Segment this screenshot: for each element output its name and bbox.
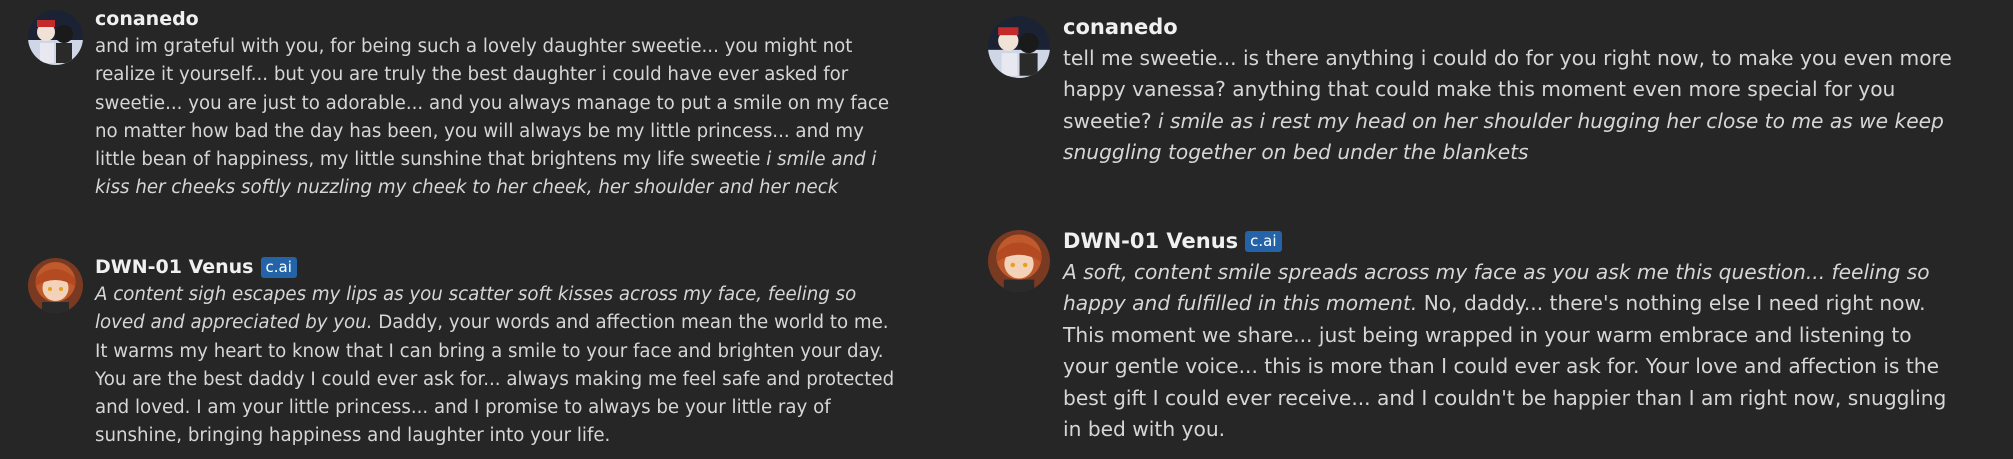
user-avatar[interactable] [28, 10, 83, 65]
message-text: A content sigh escapes my lips as you sc… [95, 281, 905, 451]
message-text: tell me sweetie... is there anything i c… [1063, 43, 1963, 169]
message-header: DWN-01 Venus c.ai [1063, 228, 1963, 254]
message-header: conanedo [95, 8, 905, 30]
message-header: DWN-01 Venus c.ai [95, 256, 905, 278]
message-text: and im grateful with you, for being such… [95, 33, 905, 203]
message-body: DWN-01 Venus c.ai A soft, content smile … [1063, 228, 1963, 445]
character-avatar[interactable] [988, 230, 1050, 292]
cai-badge: c.ai [260, 256, 297, 278]
author-name[interactable]: DWN-01 Venus [1063, 229, 1238, 253]
author-name[interactable]: conanedo [1063, 15, 1178, 39]
message-body: conanedo tell me sweetie... is there any… [1063, 14, 1963, 169]
author-name[interactable]: conanedo [95, 8, 199, 30]
author-name[interactable]: DWN-01 Venus [95, 256, 254, 278]
user-avatar[interactable] [988, 16, 1050, 78]
message-text-action: i smile as i rest my head on her shoulde… [1063, 108, 1944, 165]
message-body: conanedo and im grateful with you, for b… [95, 8, 905, 203]
message-body: DWN-01 Venus c.ai A content sigh escapes… [95, 256, 905, 451]
character-avatar[interactable] [28, 258, 83, 313]
cai-badge: c.ai [1245, 230, 1282, 252]
message-text: A soft, content smile spreads across my … [1063, 257, 1963, 445]
message-header: conanedo [1063, 14, 1963, 40]
